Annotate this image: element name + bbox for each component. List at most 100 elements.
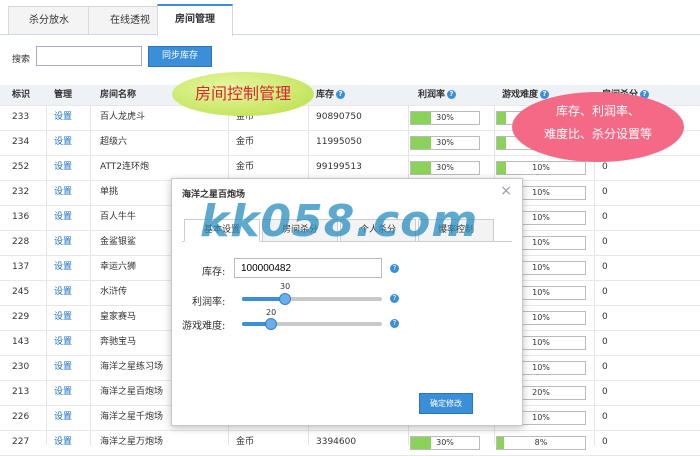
- room-name: 百人牛牛: [100, 212, 137, 222]
- tab-room-management[interactable]: 房间管理: [157, 4, 233, 36]
- room-name: 皇家赛马: [100, 312, 137, 322]
- difficulty-value: 8%: [534, 438, 548, 447]
- settings-link[interactable]: 设置: [54, 405, 72, 429]
- difficulty-value: 20: [266, 308, 277, 317]
- room-kill-value: 0: [602, 437, 608, 447]
- room-name: 奔驰宝马: [100, 337, 137, 347]
- close-icon[interactable]: ×: [500, 183, 512, 199]
- settings-link[interactable]: 设置: [54, 280, 72, 304]
- search-input[interactable]: [36, 46, 142, 66]
- room-kill-value: 0: [602, 387, 608, 397]
- stock-value: 3394600: [316, 437, 357, 447]
- watermark: kk058.com: [200, 196, 479, 247]
- difficulty-value: 10%: [532, 163, 550, 172]
- profit-value: 30%: [436, 438, 454, 447]
- help-icon[interactable]: ?: [390, 264, 399, 273]
- search-toolbar: 搜索 同步库存: [0, 42, 700, 74]
- stock-value: 99199513: [316, 162, 362, 172]
- room-id: 229: [12, 312, 30, 322]
- room-id: 227: [12, 437, 30, 447]
- settings-link[interactable]: 设置: [54, 330, 72, 354]
- profit-bar: 30%: [410, 161, 480, 175]
- room-kill-value: 0: [602, 362, 608, 372]
- slider-handle[interactable]: [265, 318, 277, 330]
- room-name: 海洋之星千炮场: [100, 412, 164, 422]
- sync-stock-button[interactable]: 同步库存: [148, 46, 212, 67]
- profit-rate-value: 30: [280, 282, 291, 291]
- difficulty-bar: 10%: [496, 161, 586, 175]
- room-name: 金鲨银鲨: [100, 237, 137, 247]
- search-label: 搜索: [12, 55, 31, 65]
- help-icon[interactable]: ?: [390, 294, 399, 303]
- slider-handle[interactable]: [279, 293, 291, 305]
- settings-link[interactable]: 设置: [54, 255, 72, 279]
- settings-link[interactable]: 设置: [54, 105, 72, 129]
- difficulty-slider[interactable]: [242, 318, 382, 330]
- room-name: 超级六: [100, 137, 128, 147]
- room-id: 245: [12, 287, 30, 297]
- settings-link[interactable]: 设置: [54, 130, 72, 154]
- profit-rate-slider[interactable]: [242, 293, 382, 305]
- room-id: 232: [12, 187, 30, 197]
- room-id: 226: [12, 412, 30, 422]
- settings-link[interactable]: 设置: [54, 305, 72, 329]
- stock-input[interactable]: [234, 258, 382, 278]
- room-control-callout: 房间控制管理: [172, 72, 314, 116]
- header-id: 标识: [12, 90, 31, 100]
- profit-bar: 30%: [410, 111, 480, 125]
- header-room-name: 房间名称: [100, 90, 137, 100]
- stock-value: 11995050: [316, 137, 362, 147]
- callout-line: 难度比、杀分设置等: [543, 127, 652, 141]
- settings-link[interactable]: 设置: [54, 180, 72, 204]
- room-name: 海洋之星练习场: [100, 362, 164, 372]
- profit-value: 30%: [436, 113, 454, 122]
- room-kill-value: 0: [602, 262, 608, 272]
- help-icon[interactable]: ?: [447, 90, 457, 99]
- room-kill-value: 0: [602, 212, 608, 222]
- room-id: 143: [12, 337, 30, 347]
- room-id: 230: [12, 362, 30, 372]
- help-icon[interactable]: ?: [390, 319, 399, 328]
- header-stock: 库存?: [316, 85, 346, 105]
- help-icon[interactable]: ?: [336, 90, 346, 99]
- room-id: 234: [12, 137, 30, 147]
- difficulty-bar: 8%: [496, 436, 586, 450]
- room-name: 幸运六狮: [100, 262, 137, 272]
- settings-link[interactable]: 设置: [54, 230, 72, 254]
- room-name: 单挑: [100, 187, 119, 197]
- room-kill-value: 0: [602, 287, 608, 297]
- profit-rate-label: 利润率:: [192, 297, 226, 308]
- room-name: ATT2连环炮: [100, 162, 150, 172]
- settings-link[interactable]: 设置: [54, 205, 72, 229]
- header-profit: 利润率?: [418, 85, 457, 105]
- room-name: 海洋之星万炮场: [100, 437, 164, 447]
- room-id: 136: [12, 212, 30, 222]
- tab-kill-release[interactable]: 杀分放水: [8, 6, 90, 34]
- profit-value: 30%: [436, 163, 454, 172]
- settings-link[interactable]: 设置: [54, 155, 72, 179]
- callout-line: 库存、利润率、: [555, 104, 640, 118]
- room-kill-value: 0: [602, 237, 608, 247]
- table-row: 227 设置 海洋之星万炮场 金币 3394600 30% 8% 0: [0, 430, 700, 456]
- difficulty-label: 游戏难度:: [182, 321, 226, 332]
- settings-link[interactable]: 设置: [54, 355, 72, 379]
- currency: 金币: [236, 437, 255, 447]
- stock-value: 90890750: [316, 112, 362, 122]
- profit-value: 30%: [436, 138, 454, 147]
- currency: 金币: [236, 162, 255, 172]
- room-id: 213: [12, 387, 30, 397]
- room-kill-value: 0: [602, 187, 608, 197]
- stock-label: 库存:: [202, 267, 226, 278]
- room-name: 海洋之星百炮场: [100, 387, 164, 397]
- header-manage: 管理: [54, 90, 73, 100]
- room-id: 137: [12, 262, 30, 272]
- settings-link[interactable]: 设置: [54, 430, 72, 454]
- room-id: 233: [12, 112, 30, 122]
- settings-link[interactable]: 设置: [54, 380, 72, 404]
- profit-bar: 30%: [410, 436, 480, 450]
- confirm-edit-button[interactable]: 确定修改: [419, 393, 473, 414]
- room-id: 228: [12, 237, 30, 247]
- settings-callout: 库存、利润率、 难度比、杀分设置等: [512, 92, 684, 162]
- room-kill-value: 0: [602, 337, 608, 347]
- room-name: 百人龙虎斗: [100, 112, 146, 122]
